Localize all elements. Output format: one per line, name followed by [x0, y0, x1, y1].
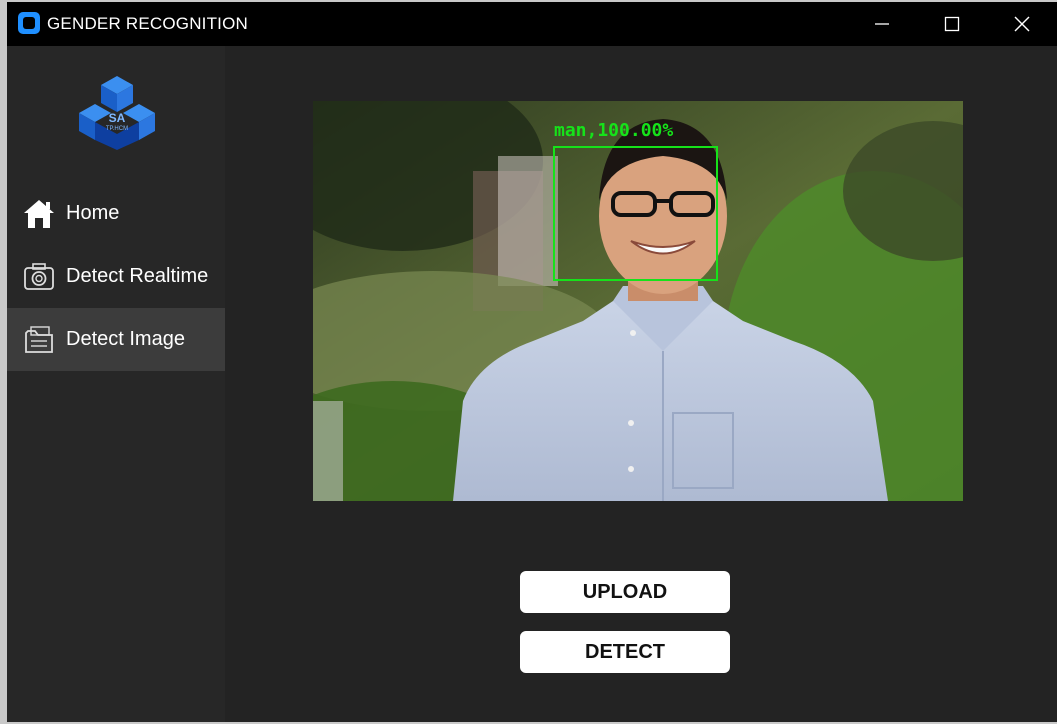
app-icon: [18, 12, 40, 34]
window-title: GENDER RECOGNITION: [47, 14, 249, 33]
title-bar: GENDER RECOGNITION: [7, 2, 1057, 46]
face-bounding-box: [553, 146, 718, 281]
maximize-button[interactable]: [917, 2, 987, 46]
app-window: GENDER RECOGNITION SA TP.HCM Home Detect…: [7, 2, 1057, 722]
upload-button[interactable]: UPLOAD: [520, 571, 730, 613]
close-button[interactable]: [987, 2, 1057, 46]
detect-button[interactable]: DETECT: [520, 631, 730, 673]
home-icon: [24, 199, 54, 228]
detection-label: man,100.00%: [554, 120, 674, 141]
logo-text: SA: [109, 111, 126, 125]
main-panel: man,100.00% UPLOAD DETECT: [225, 46, 1057, 722]
nav-item-label: Detect Image: [66, 328, 185, 350]
nav-item-home[interactable]: Home: [7, 182, 225, 245]
nav-item-label: Home: [66, 202, 120, 224]
maximize-icon: [944, 16, 960, 32]
nav-item-detect-image[interactable]: Detect Image: [7, 308, 225, 371]
minimize-icon: [875, 23, 889, 25]
close-icon: [1014, 16, 1030, 32]
nav-item-detect-realtime[interactable]: Detect Realtime: [7, 245, 225, 308]
minimize-button[interactable]: [847, 2, 917, 46]
nav-item-label: Detect Realtime: [66, 265, 209, 287]
detection-image: man,100.00%: [313, 101, 963, 501]
university-logo: SA TP.HCM: [79, 76, 155, 150]
folder-icon: [25, 325, 53, 353]
camera-icon: [24, 262, 54, 290]
logo-subtext: TP.HCM: [106, 126, 128, 132]
sidebar: SA TP.HCM Home Detect Realtime Detect Im…: [7, 46, 225, 722]
